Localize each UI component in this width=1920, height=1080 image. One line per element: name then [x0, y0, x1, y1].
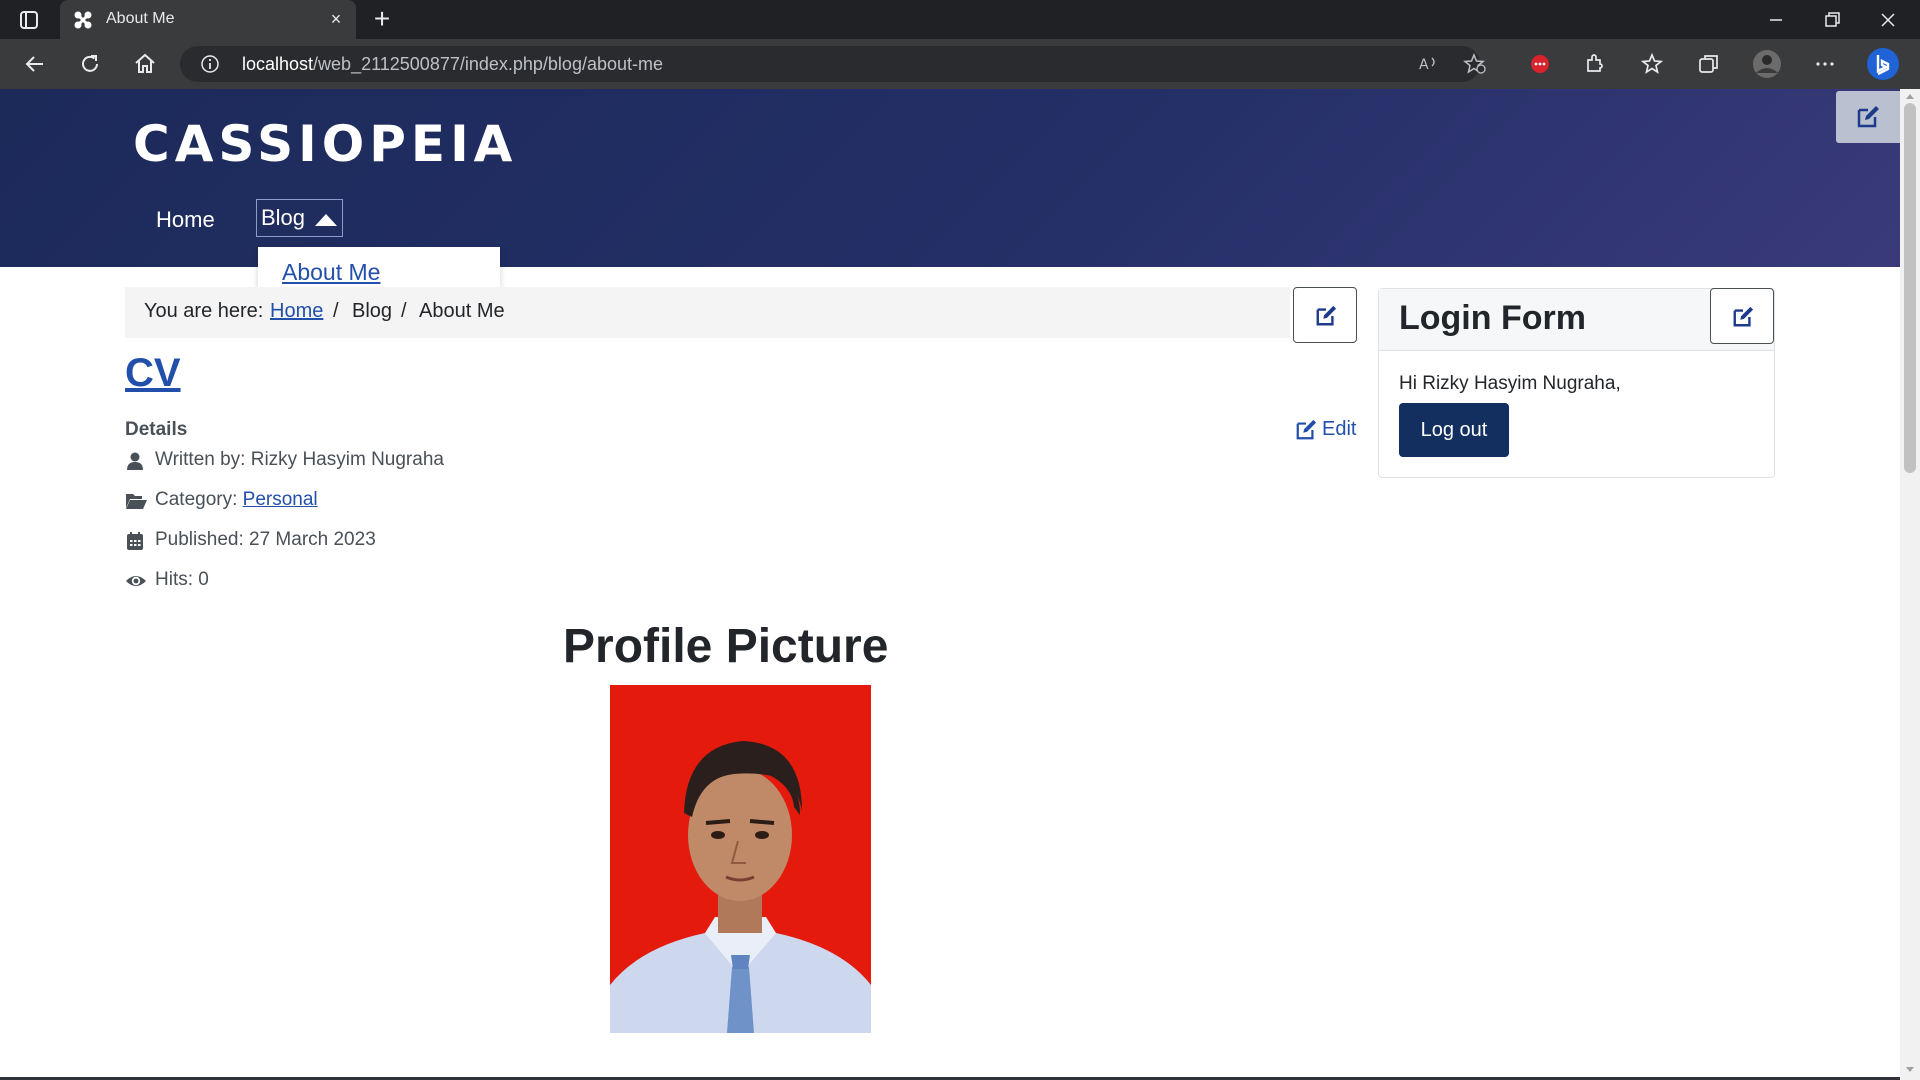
- login-form-title: Login Form: [1399, 299, 1586, 337]
- page-scrollbar[interactable]: [1900, 89, 1920, 1080]
- eye-icon: [126, 576, 146, 586]
- browser-tab-bar: About Me × +: [0, 0, 1920, 39]
- address-path: /web_2112500877/index.php/blog/about-me: [313, 54, 663, 74]
- browser-tab-active[interactable]: About Me ×: [60, 0, 356, 39]
- article-title[interactable]: CV: [125, 351, 181, 396]
- tab-close-icon[interactable]: ×: [326, 9, 346, 29]
- admin-edit-button[interactable]: [1836, 91, 1900, 143]
- tab-title: About Me: [106, 10, 175, 27]
- favorites-icon[interactable]: [1640, 51, 1666, 77]
- details-label: Details: [125, 419, 188, 440]
- meta-author-text: Written by: Rizky Hasyim Nugraha: [155, 449, 444, 470]
- home-icon[interactable]: [132, 51, 158, 77]
- browser-toolbar: localhost/web_2112500877/index.php/blog/…: [0, 39, 1920, 89]
- svg-text:A: A: [1419, 57, 1429, 73]
- scrollbar-thumb[interactable]: [1904, 103, 1916, 473]
- dropdown-item-about-me[interactable]: About Me: [282, 259, 380, 286]
- edit-icon: [1733, 306, 1754, 327]
- breadcrumb-prefix: You are here:: [144, 300, 264, 322]
- nav-item-blog[interactable]: Blog: [256, 199, 344, 237]
- site-info-icon[interactable]: [200, 54, 220, 74]
- login-module-edit-button[interactable]: [1710, 288, 1774, 344]
- address-url: localhost/web_2112500877/index.php/blog/…: [242, 54, 663, 75]
- meta-category-link[interactable]: Personal: [243, 489, 318, 510]
- nav-item-home[interactable]: Home: [156, 207, 215, 233]
- breadcrumb-edit-button[interactable]: [1293, 287, 1357, 343]
- profile-avatar[interactable]: [1752, 49, 1782, 79]
- site-header: CASSIOPEIA Home Blog: [0, 89, 1900, 267]
- meta-hits-text: Hits: 0: [155, 569, 209, 590]
- breadcrumb-separator: /: [401, 300, 407, 322]
- calendar-icon: [127, 532, 143, 550]
- bing-copilot-icon[interactable]: [1866, 47, 1900, 81]
- new-tab-icon[interactable]: +: [368, 5, 396, 34]
- profile-picture-heading: Profile Picture: [563, 620, 889, 673]
- breadcrumb: You are here: Home / Blog / About Me: [125, 287, 1290, 338]
- edit-icon: [1296, 419, 1317, 440]
- close-window-icon[interactable]: [1876, 8, 1900, 32]
- site-brand[interactable]: CASSIOPEIA: [133, 115, 517, 173]
- logout-button[interactable]: Log out: [1399, 403, 1509, 457]
- scroll-down-arrow-icon[interactable]: [1904, 1065, 1916, 1075]
- joomla-favicon-icon: [74, 11, 92, 29]
- read-aloud-icon[interactable]: A: [1418, 54, 1440, 74]
- meta-category-text: Category: Personal: [155, 489, 318, 511]
- more-menu-icon[interactable]: [1812, 51, 1838, 77]
- folder-open-icon: [126, 494, 147, 509]
- user-icon: [127, 452, 143, 470]
- profile-photo-illustration: [610, 685, 871, 1033]
- address-host: localhost: [242, 54, 314, 74]
- edit-icon: [1316, 305, 1337, 326]
- extension-red-icon[interactable]: [1527, 51, 1553, 77]
- edit-link-label: Edit: [1322, 418, 1357, 440]
- scroll-up-arrow-icon[interactable]: [1904, 91, 1916, 101]
- extensions-icon[interactable]: [1582, 51, 1608, 77]
- add-favorite-icon[interactable]: [1463, 53, 1487, 75]
- minimize-icon[interactable]: [1764, 8, 1788, 32]
- login-greeting: Hi Rizky Hasyim Nugraha,: [1399, 373, 1621, 394]
- refresh-icon[interactable]: [77, 51, 103, 77]
- edit-icon: [1857, 106, 1879, 128]
- breadcrumb-separator: /: [333, 300, 339, 322]
- restore-icon[interactable]: [1820, 8, 1844, 32]
- collections-icon[interactable]: [1696, 51, 1722, 77]
- breadcrumb-blog: Blog: [352, 300, 393, 322]
- nav-blog-label: Blog: [261, 205, 306, 230]
- profile-photo: [610, 685, 871, 1033]
- breadcrumb-home[interactable]: Home: [270, 300, 323, 323]
- tab-actions-icon[interactable]: [18, 9, 40, 31]
- page-viewport: CASSIOPEIA Home Blog About Me You are he…: [0, 89, 1900, 1080]
- meta-published-text: Published: 27 March 2023: [155, 529, 376, 550]
- back-icon[interactable]: [22, 51, 48, 77]
- caret-up-icon[interactable]: [315, 214, 338, 226]
- breadcrumb-current: About Me: [419, 300, 505, 322]
- meta-category-label: Category:: [155, 489, 238, 510]
- address-bar[interactable]: localhost/web_2112500877/index.php/blog/…: [180, 46, 1486, 82]
